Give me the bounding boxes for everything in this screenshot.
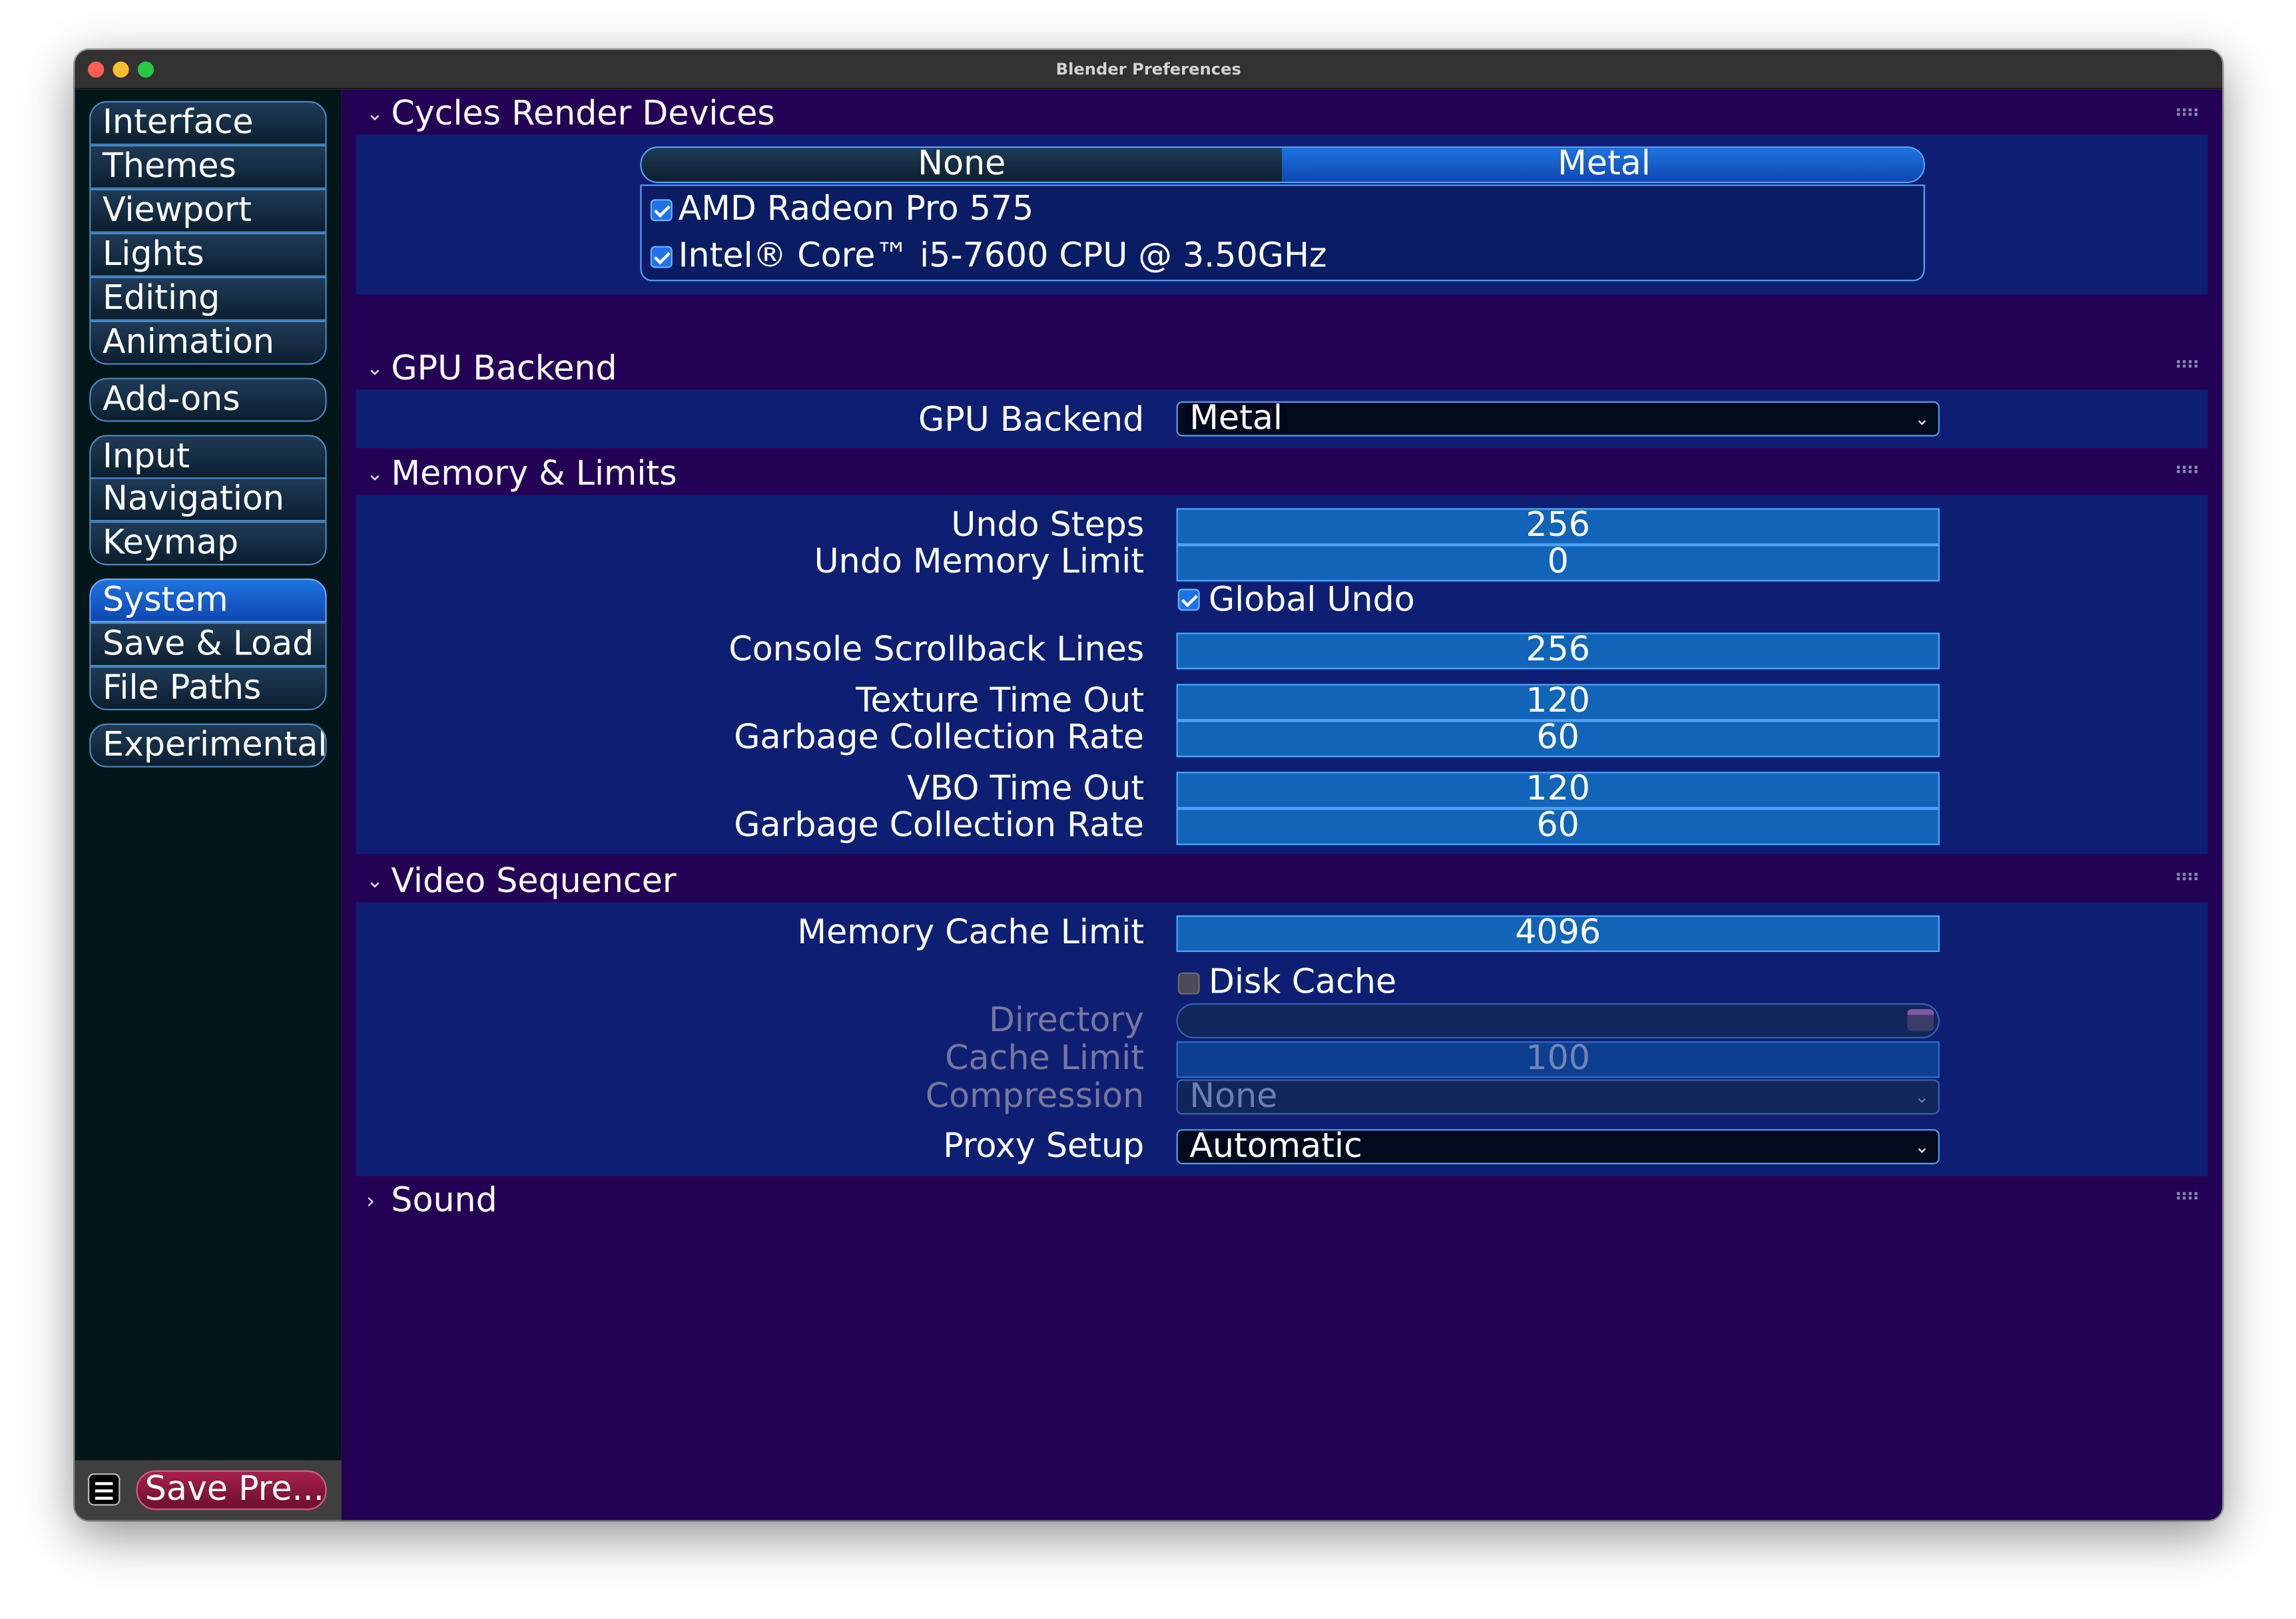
disk-cache-label: Disk Cache: [1209, 963, 1397, 1002]
sidebar-item-file-paths[interactable]: File Paths: [89, 666, 327, 710]
chevron-down-icon: ⌄: [1914, 1136, 1930, 1157]
directory-label: Directory: [988, 1001, 1145, 1040]
undo-steps-field[interactable]: 256: [1176, 508, 1940, 545]
global-undo-checkbox[interactable]: [1177, 588, 1200, 611]
title-bar: Blender Preferences: [75, 49, 2223, 90]
texture-gc-rate-label: Garbage Collection Rate: [734, 719, 1145, 758]
undo-steps-label: Undo Steps: [951, 507, 1145, 545]
window-title: Blender Preferences: [1055, 60, 1241, 79]
sidebar-item-input[interactable]: Input: [89, 435, 327, 479]
chevron-down-icon: ⌄: [366, 357, 384, 381]
sidebar-item-viewport[interactable]: Viewport: [89, 188, 327, 233]
tab-none[interactable]: None: [641, 148, 1282, 182]
gpu-backend-panel: GPU Backend Metal ⌄: [356, 389, 2208, 449]
checkbox-amd-radeon[interactable]: [650, 199, 673, 222]
chevron-down-icon: ⌄: [366, 103, 384, 126]
chevron-down-icon: ⌄: [366, 463, 384, 487]
panel-title: Cycles Render Devices: [391, 95, 775, 134]
undo-memory-limit-label: Undo Memory Limit: [814, 543, 1145, 582]
panel-header-video-sequencer[interactable]: ⌄ Video Sequencer: [366, 861, 677, 903]
drag-handle-icon[interactable]: [2177, 873, 2197, 881]
gpu-backend-label: GPU Backend: [918, 401, 1145, 439]
panel-header-gpu-backend[interactable]: ⌄ GPU Backend: [366, 349, 617, 390]
sidebar-item-experimental[interactable]: Experimental: [89, 723, 327, 768]
vbo-gc-rate-field[interactable]: 60: [1176, 808, 1940, 845]
sidebar-item-keymap[interactable]: Keymap: [89, 521, 327, 566]
sidebar-item-animation[interactable]: Animation: [89, 320, 327, 365]
panel-title: Video Sequencer: [391, 862, 677, 901]
compression-dropdown[interactable]: None ⌄: [1176, 1078, 1940, 1116]
device-label: AMD Radeon Pro 575: [678, 190, 1034, 229]
sidebar-item-editing[interactable]: Editing: [89, 276, 327, 321]
device-label: Intel® Core™ i5-7600 CPU @ 3.50GHz: [678, 237, 1327, 276]
proxy-setup-dropdown[interactable]: Automatic ⌄: [1176, 1128, 1940, 1166]
checkbox-intel-cpu[interactable]: [650, 246, 673, 268]
global-undo-label: Global Undo: [1209, 581, 1415, 620]
memory-limits-panel: Undo Steps 256 Undo Memory Limit 0 Globa…: [356, 495, 2208, 854]
console-scrollback-label: Console Scrollback Lines: [728, 631, 1145, 670]
device-list: AMD Radeon Pro 575 Intel® Core™ i5-7600 …: [640, 184, 1925, 282]
dropdown-value: Metal: [1189, 399, 1283, 438]
sidebar-item-navigation[interactable]: Navigation: [89, 477, 327, 522]
vbo-time-out-label: VBO Time Out: [907, 770, 1145, 809]
memory-cache-limit-field[interactable]: 4096: [1176, 915, 1940, 952]
folder-icon[interactable]: [1907, 1009, 1934, 1031]
proxy-setup-label: Proxy Setup: [943, 1128, 1145, 1166]
drag-handle-icon[interactable]: [2177, 465, 2197, 473]
sidebar-item-themes[interactable]: Themes: [89, 144, 327, 189]
gpu-backend-dropdown[interactable]: Metal ⌄: [1176, 399, 1940, 438]
panel-header-memory-limits[interactable]: ⌄ Memory & Limits: [366, 454, 677, 495]
sidebar-item-system[interactable]: System: [89, 578, 327, 622]
panel-title: Memory & Limits: [391, 455, 677, 494]
vbo-gc-rate-label: Garbage Collection Rate: [734, 807, 1145, 845]
sidebar: Interface Themes Viewport Lights Editing…: [75, 89, 342, 1520]
panel-header-sound[interactable]: › Sound: [366, 1180, 497, 1222]
compression-label: Compression: [925, 1078, 1145, 1116]
dropdown-value: None: [1189, 1078, 1278, 1116]
disk-cache-checkbox[interactable]: [1177, 972, 1200, 995]
texture-gc-rate-field[interactable]: 60: [1176, 720, 1940, 758]
memory-cache-limit-label: Memory Cache Limit: [797, 913, 1145, 952]
sidebar-footer: Save Pre...: [75, 1460, 342, 1520]
directory-field[interactable]: [1176, 1003, 1940, 1039]
sidebar-item-lights[interactable]: Lights: [89, 232, 327, 277]
dropdown-value: Automatic: [1189, 1128, 1362, 1166]
panel-header-cycles[interactable]: ⌄ Cycles Render Devices: [366, 94, 775, 135]
console-scrollback-field[interactable]: 256: [1176, 632, 1940, 670]
vbo-time-out-field[interactable]: 120: [1176, 772, 1940, 809]
undo-memory-limit-field[interactable]: 0: [1176, 545, 1940, 582]
sidebar-item-add-ons[interactable]: Add-ons: [89, 377, 327, 422]
drag-handle-icon[interactable]: [2177, 108, 2197, 116]
cache-limit-field[interactable]: 100: [1176, 1041, 1940, 1078]
drag-handle-icon[interactable]: [2177, 1192, 2197, 1200]
chevron-down-icon: ⌄: [366, 869, 384, 893]
drag-handle-icon[interactable]: [2177, 360, 2197, 368]
tab-metal[interactable]: Metal: [1282, 148, 1924, 182]
chevron-down-icon: ⌄: [1914, 1086, 1930, 1108]
hamburger-menu-icon[interactable]: [88, 1473, 121, 1506]
cycles-panel: None Metal AMD Radeon Pro 575 Intel® Cor…: [356, 134, 2208, 295]
save-preferences-button[interactable]: Save Pre...: [136, 1470, 327, 1510]
cache-limit-label: Cache Limit: [945, 1040, 1145, 1078]
panel-title: GPU Backend: [391, 349, 617, 388]
panel-title: Sound: [391, 1182, 497, 1220]
texture-time-out-field[interactable]: 120: [1176, 684, 1940, 721]
preferences-window: Blender Preferences Interface Themes Vie…: [75, 49, 2223, 1520]
sidebar-item-save-load[interactable]: Save & Load: [89, 622, 327, 666]
sidebar-item-interface[interactable]: Interface: [89, 101, 327, 145]
device-type-tabs: None Metal: [640, 146, 1925, 183]
video-sequencer-panel: Memory Cache Limit 4096 Disk Cache Direc…: [356, 902, 2208, 1176]
main-panel: ⌄ Cycles Render Devices None Metal AMD R…: [341, 89, 2223, 1520]
chevron-down-icon: ⌄: [1914, 408, 1930, 429]
chevron-right-icon: ›: [366, 1188, 376, 1214]
texture-time-out-label: Texture Time Out: [856, 682, 1145, 721]
